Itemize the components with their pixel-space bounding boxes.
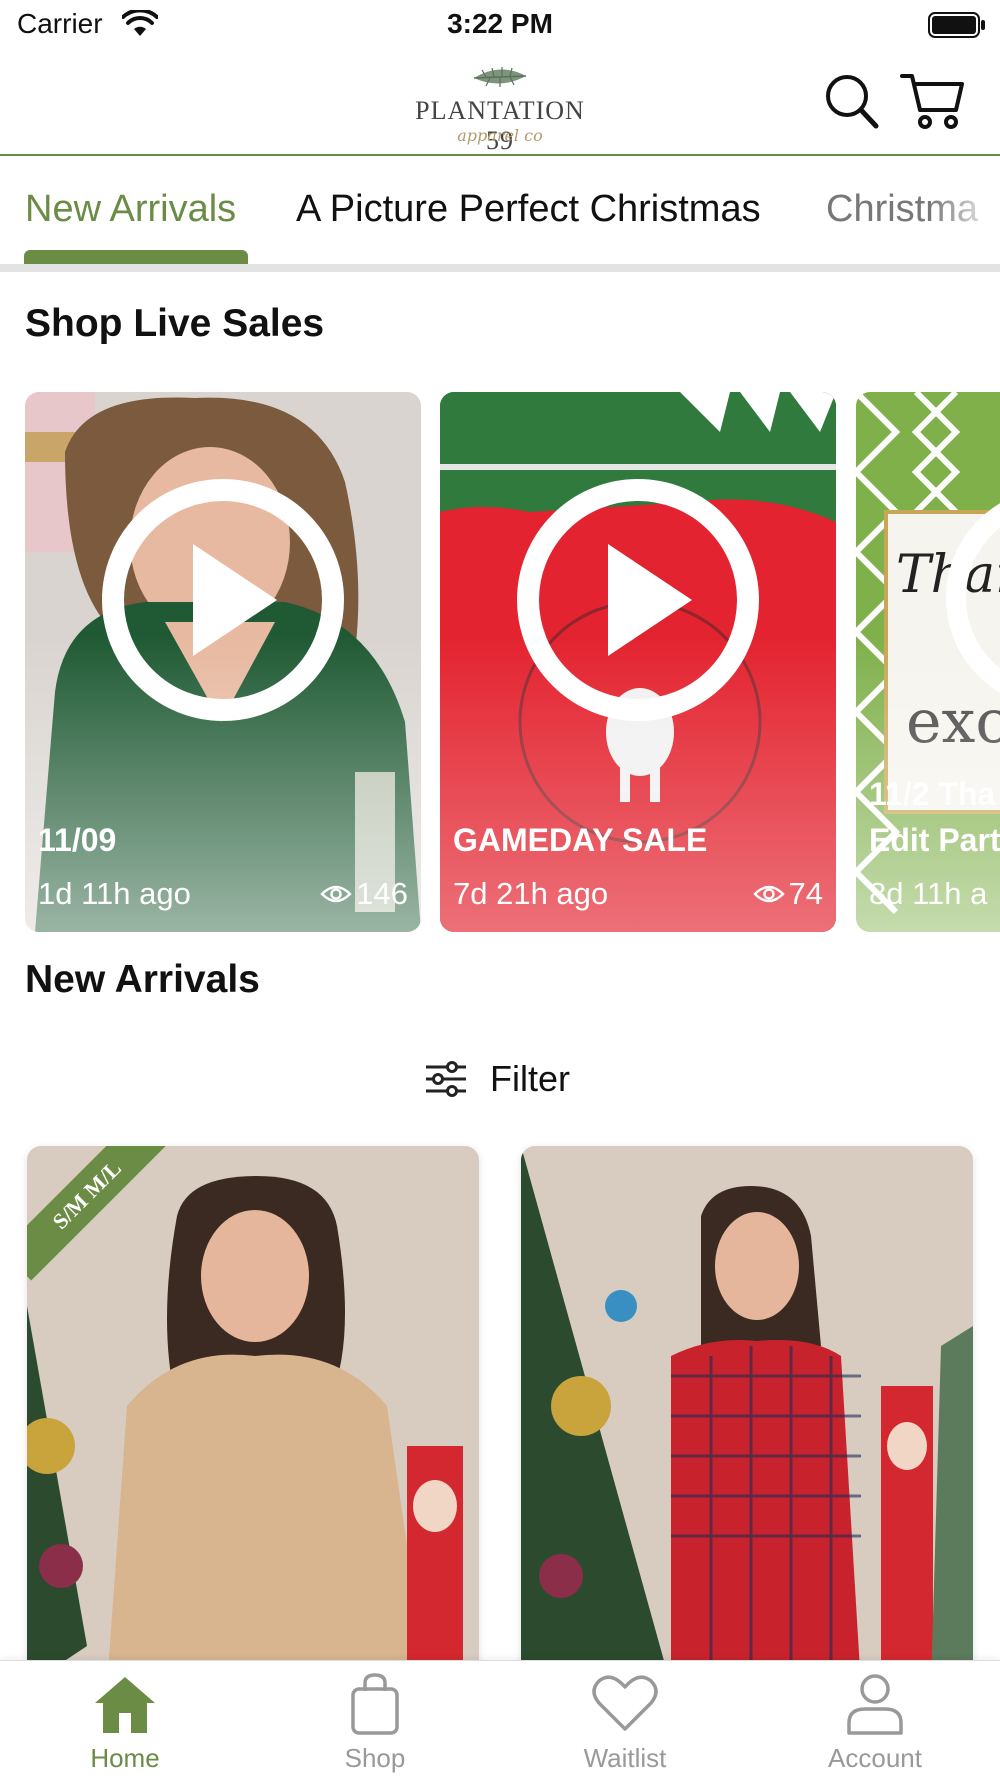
nav-waitlist-label: Waitlist [583, 1743, 667, 1773]
bottom-tab-bar: Home Shop Waitlist Account [0, 1660, 1000, 1778]
store-logo[interactable]: PLANTATION 59 apparel co [410, 60, 590, 155]
nav-shop-label: Shop [344, 1743, 406, 1773]
product-card[interactable]: S/M M/L [27, 1146, 479, 1686]
tab-new-arrivals[interactable]: New Arrivals [25, 188, 236, 231]
live-sale-title: GAMEDAY SALE [453, 822, 708, 858]
eye-icon [752, 885, 785, 903]
live-sale-card[interactable]: 11/09 1d 11h ago 146 [25, 392, 421, 932]
heart-icon [592, 1675, 658, 1731]
play-icon[interactable] [516, 478, 760, 722]
live-sale-title: Edit Part [869, 822, 1000, 858]
view-count: 146 [320, 876, 408, 912]
live-sales-carousel: 11/09 1d 11h ago 146 GAMEDAY SALE 7d 21h… [0, 392, 1000, 932]
live-sale-time: 1d 11h ago [38, 876, 191, 911]
view-count-value: 146 [356, 876, 408, 911]
status-bar: Carrier 3:22 PM [0, 0, 1000, 52]
live-sale-subtitle: 11/2 Tha [869, 776, 996, 812]
active-tab-indicator [24, 250, 248, 264]
live-sale-time: 8d 11h a [869, 876, 988, 911]
category-tabs: New Arrivals A Picture Perfect Christmas… [0, 158, 1000, 274]
nav-home[interactable]: Home [55, 1673, 195, 1774]
logo-subtitle: apparel co [457, 126, 543, 145]
view-count: 74 [752, 876, 823, 912]
battery-icon [928, 12, 985, 38]
new-arrivals-title: New Arrivals [25, 958, 260, 1001]
live-sale-card[interactable]: Thanks exc 11/2 Tha Edit Part 8d 11h a [856, 392, 1000, 932]
live-sale-card[interactable]: GAMEDAY SALE 7d 21h ago 74 [440, 392, 836, 932]
home-icon [95, 1677, 155, 1733]
filter-label: Filter [490, 1058, 570, 1099]
live-sale-time: 7d 21h ago [453, 876, 609, 911]
product-image [27, 1146, 479, 1686]
bag-icon [351, 1673, 399, 1735]
nav-home-label: Home [90, 1743, 160, 1773]
filter-button[interactable]: Filter [424, 1054, 588, 1104]
app-header: PLANTATION 59 apparel co [0, 52, 1000, 156]
product-image [521, 1146, 973, 1686]
view-count-value: 74 [788, 876, 823, 911]
search-icon[interactable] [824, 72, 880, 132]
leaf-icon [473, 67, 527, 87]
filter-sliders-icon [426, 1061, 466, 1097]
eye-icon [320, 885, 352, 903]
play-icon[interactable] [101, 478, 345, 722]
tab-picture-perfect-christmas[interactable]: A Picture Perfect Christmas [296, 188, 761, 231]
cart-icon[interactable] [900, 70, 966, 132]
live-sales-title: Shop Live Sales [25, 302, 325, 345]
product-card[interactable] [521, 1146, 973, 1686]
live-sale-title: 11/09 [38, 822, 117, 858]
status-time: 3:22 PM [447, 8, 553, 39]
nav-account-label: Account [828, 1743, 922, 1773]
nav-account[interactable]: Account [805, 1673, 945, 1774]
tab-christmas[interactable]: Christma [826, 188, 1000, 231]
nav-waitlist[interactable]: Waitlist [555, 1673, 695, 1774]
nav-shop[interactable]: Shop [305, 1673, 445, 1774]
tab-divider [0, 264, 1000, 272]
app-screen: Carrier 3:22 PM PLANTATION 59 apparel co [0, 0, 1000, 1778]
person-icon [847, 1674, 903, 1735]
